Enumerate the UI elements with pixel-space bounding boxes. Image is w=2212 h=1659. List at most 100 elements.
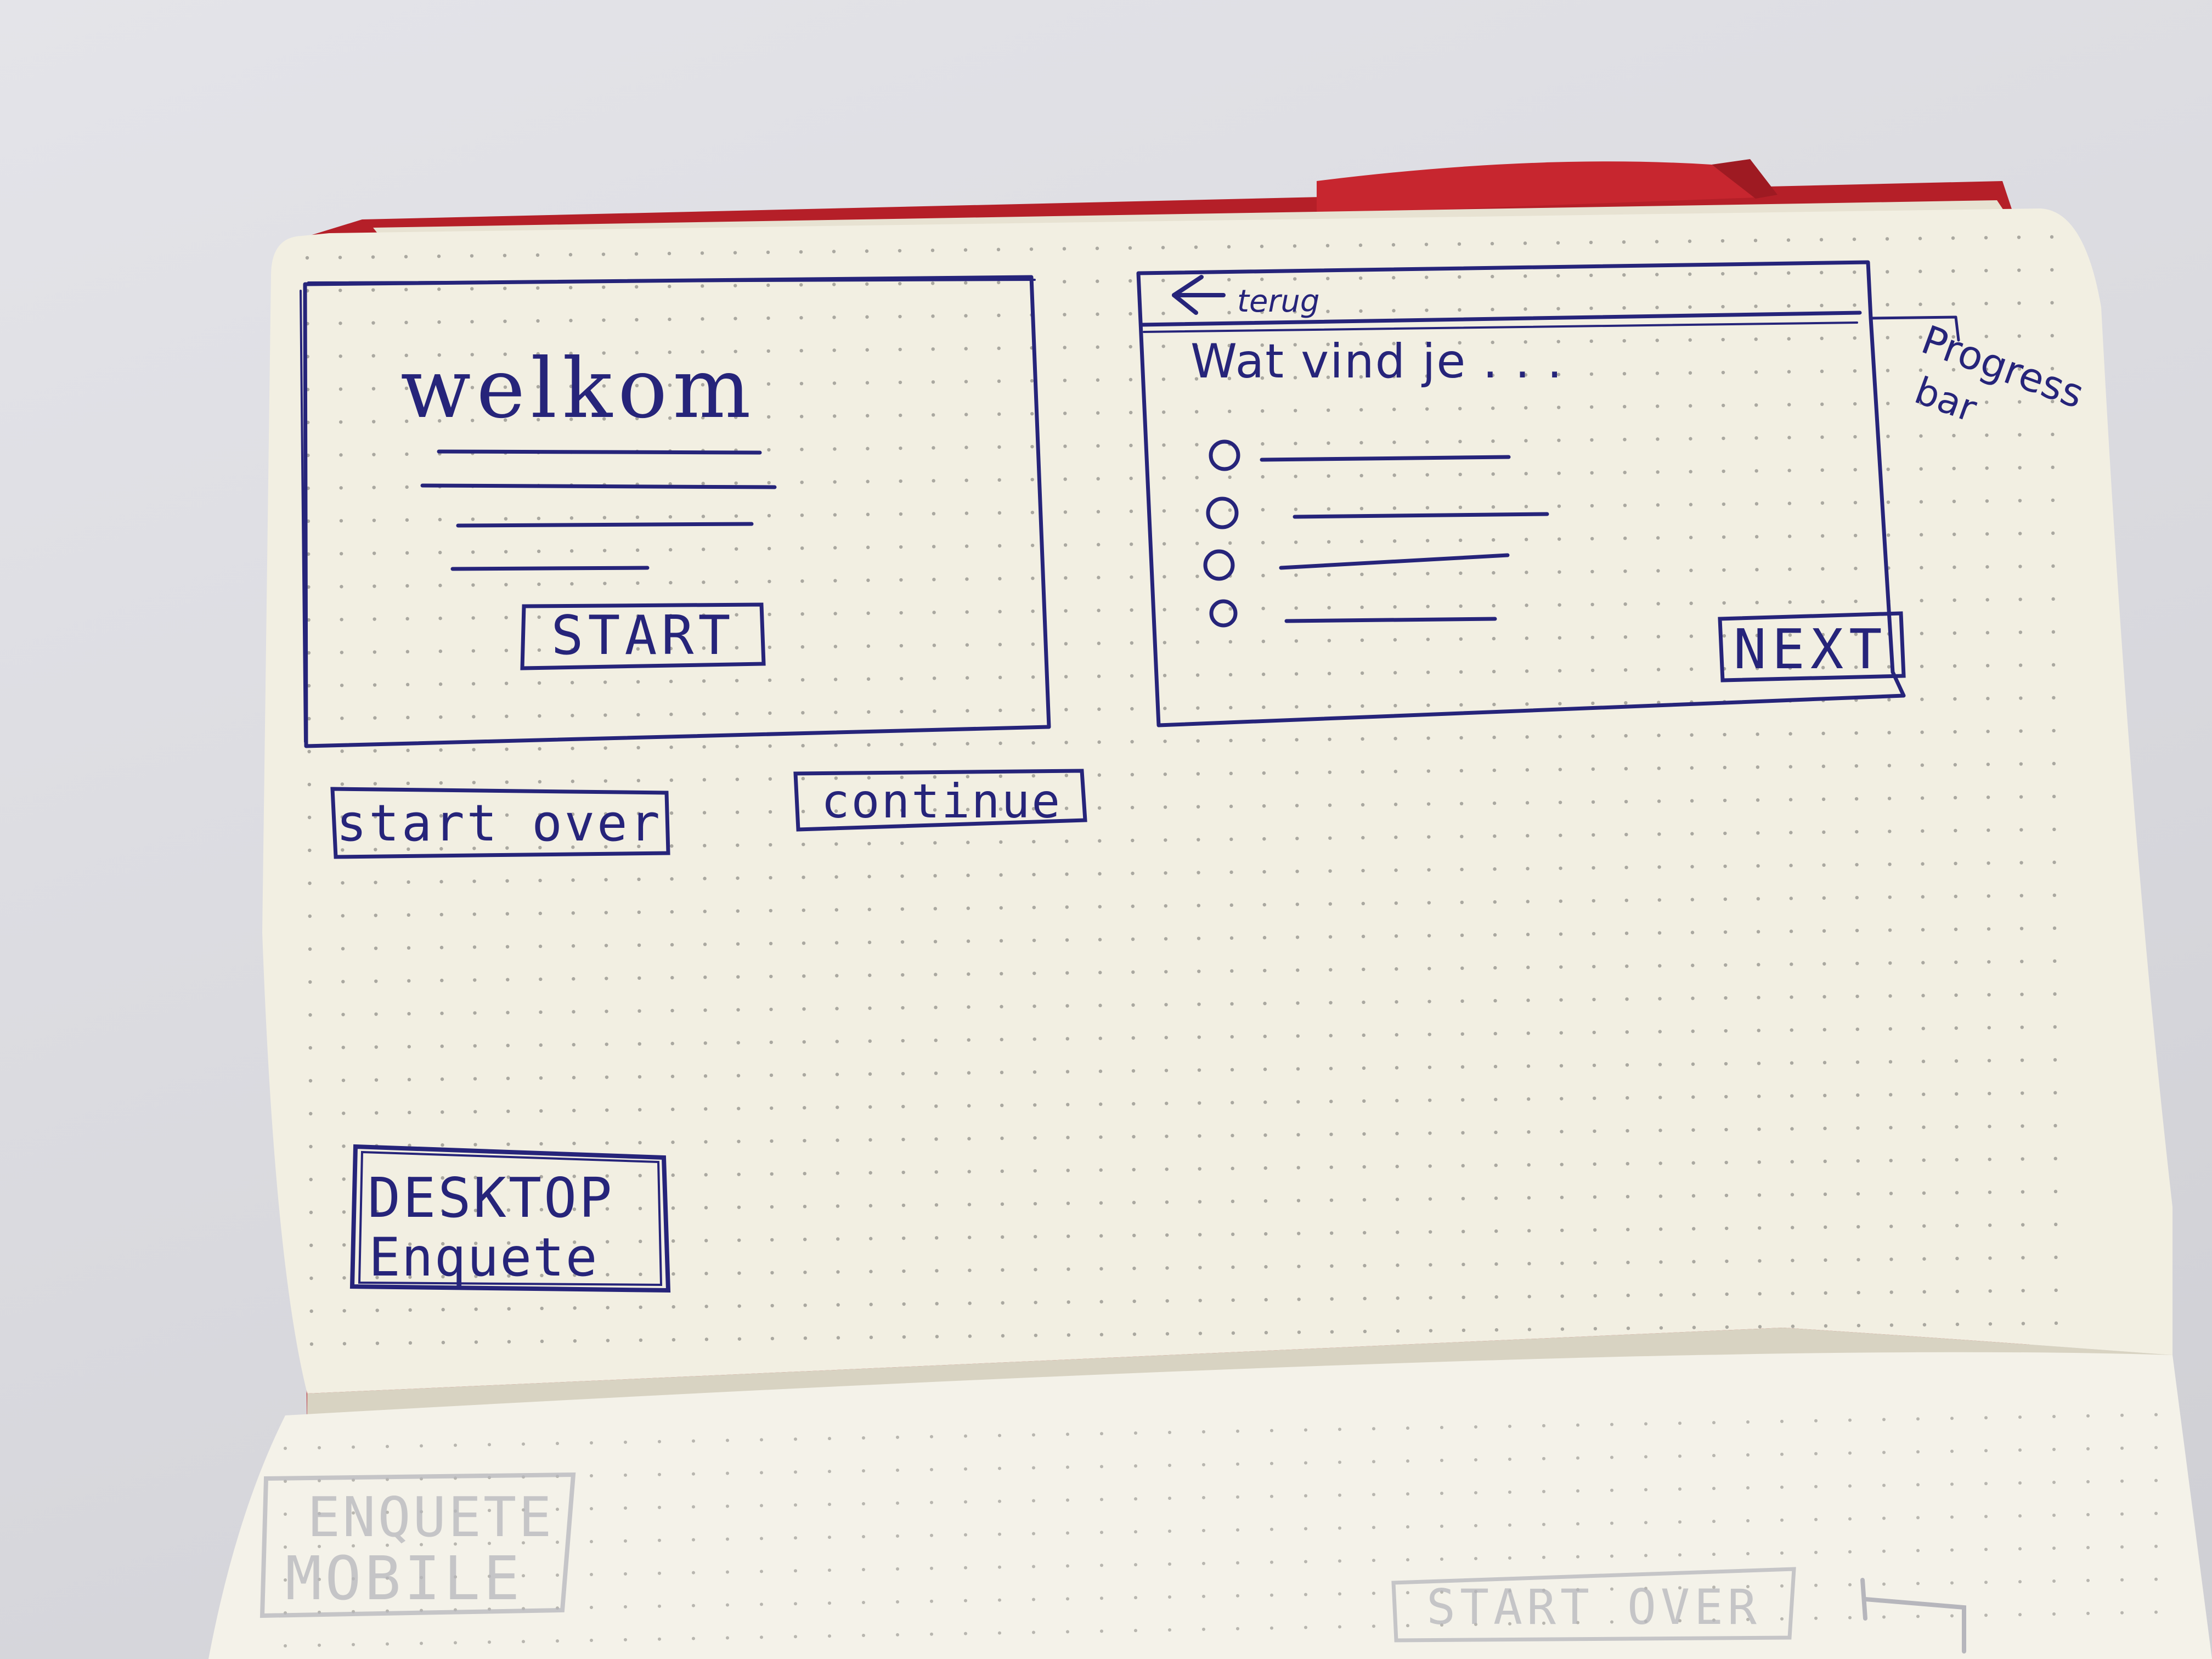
grid-dot (1559, 866, 1562, 870)
grid-dot (590, 1638, 593, 1642)
grid-dot (1098, 1069, 1103, 1073)
grid-dot (603, 713, 607, 717)
grid-dot (1985, 532, 1989, 536)
back-label[interactable]: terug (1237, 284, 1319, 319)
grid-dot (637, 976, 641, 980)
grid-dot (1293, 277, 1297, 281)
grid-dot (1429, 1329, 1433, 1333)
grid-dot (1329, 1132, 1333, 1136)
grid-dot (372, 453, 376, 456)
page-label-line2: Enquete (369, 1227, 599, 1288)
grid-dot (935, 1335, 939, 1339)
grid-dot (1746, 1552, 1750, 1556)
grid-dot (900, 874, 904, 878)
continue-label: continue (821, 774, 1062, 829)
grid-dot (1756, 831, 1760, 835)
grid-dot (338, 387, 343, 391)
grid-dot (1985, 400, 1989, 404)
grid-dot (1236, 1429, 1239, 1433)
grid-dot (1229, 804, 1233, 809)
grid-dot (1296, 1166, 1300, 1170)
grid-dot (1262, 935, 1267, 940)
grid-dot (1955, 1092, 1959, 1096)
grid-dot (1327, 441, 1330, 445)
grid-dot (405, 617, 409, 621)
grid-dot (603, 779, 608, 783)
grid-dot (672, 1272, 675, 1276)
grid-dot (538, 911, 542, 916)
grid-dot (1889, 1126, 1893, 1130)
grid-dot (342, 1210, 346, 1214)
grid-dot (1236, 1627, 1239, 1630)
grid-dot (1921, 895, 1925, 899)
grid-dot (1951, 269, 1955, 273)
grid-dot (639, 1338, 643, 1342)
grid-dot (672, 1305, 675, 1309)
grid-dot (472, 879, 476, 883)
grid-dot (1236, 1528, 1239, 1532)
grid-dot (1593, 1327, 1598, 1331)
grid-dot (1558, 702, 1562, 706)
grid-dot (766, 250, 770, 255)
grid-dot (1162, 509, 1166, 513)
grid-dot (471, 616, 475, 620)
grid-dot (375, 1308, 379, 1312)
grid-dot (1406, 1492, 1409, 1496)
grid-dot (573, 1339, 577, 1343)
grid-dot (1458, 439, 1462, 443)
grid-dot (1261, 672, 1266, 676)
grid-dot (342, 1309, 346, 1313)
grid-dot (1263, 1067, 1267, 1071)
grid-dot (1746, 1519, 1750, 1523)
grid-dot (635, 515, 640, 519)
grid-dot (635, 285, 639, 289)
grid-dot (966, 840, 970, 844)
grid-dot (1508, 1490, 1511, 1494)
grid-dot (474, 1340, 478, 1344)
grid-dot (1032, 839, 1036, 844)
start-button[interactable]: START (520, 602, 766, 670)
grid-dot (1393, 572, 1397, 576)
grid-dot (802, 974, 806, 978)
grid-dot (1362, 1099, 1366, 1103)
grid-dot (505, 714, 509, 718)
grid-dot (1099, 1168, 1103, 1172)
grid-dot (1427, 901, 1431, 905)
grid-dot (505, 879, 509, 883)
grid-dot (1757, 1029, 1760, 1032)
next-button[interactable]: NEXT (1718, 611, 1906, 682)
grid-dot (1757, 1193, 1762, 1197)
grid-dot (556, 1639, 559, 1643)
grid-dot (1987, 861, 1990, 865)
grid-dot (473, 1044, 477, 1048)
grid-dot (1916, 1582, 1920, 1585)
grid-dot (1458, 472, 1462, 476)
grid-dot (373, 650, 377, 654)
start-over-button[interactable]: start over (330, 787, 670, 859)
grid-dot (1754, 272, 1758, 275)
grid-dot (726, 1570, 729, 1574)
grid-dot (1953, 795, 1957, 800)
grid-dot (605, 1009, 608, 1013)
grid-dot (438, 649, 443, 653)
grid-dot (760, 1438, 763, 1442)
grid-dot (602, 318, 606, 322)
welcome-title: welkom (400, 341, 757, 437)
grid-dot (569, 549, 574, 553)
grid-dot (735, 744, 739, 748)
grid-dot (1659, 1227, 1663, 1231)
grid-dot (1987, 1059, 1991, 1063)
grid-dot (968, 1268, 972, 1272)
continue-button[interactable]: continue (793, 769, 1087, 832)
grid-dot (1658, 1161, 1662, 1165)
grid-dot (704, 1305, 708, 1308)
grid-dot (832, 250, 836, 253)
grid-dot (1689, 568, 1693, 572)
grid-dot (1984, 236, 1988, 240)
grid-dot (1820, 336, 1824, 341)
grid-dot (934, 973, 938, 977)
grid-dot (473, 1077, 477, 1081)
grid-dot (1853, 533, 1858, 538)
grid-dot (1130, 772, 1135, 777)
grid-dot (1296, 1001, 1300, 1005)
